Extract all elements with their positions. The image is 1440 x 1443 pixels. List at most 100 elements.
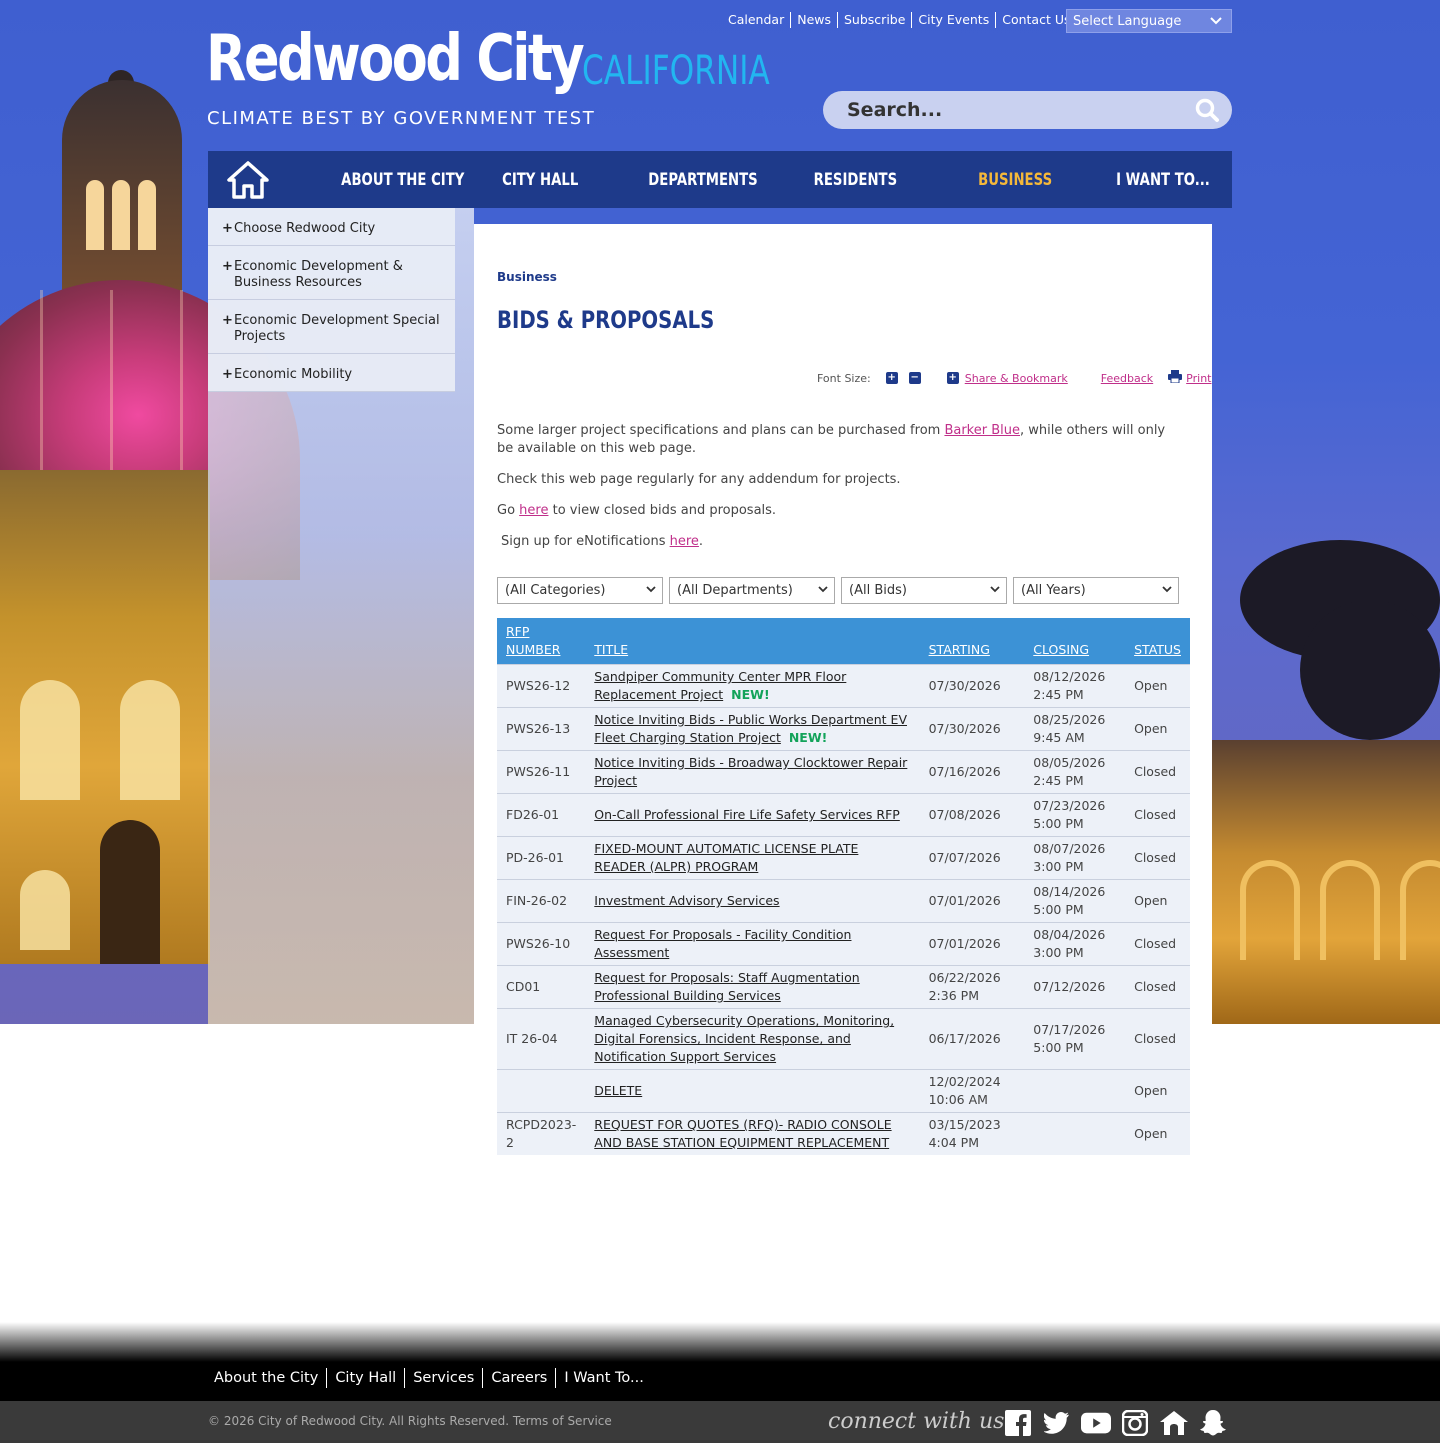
table-row: FD26-01 On-Call Professional Fire Life Sa… [497,793,1190,837]
years-select[interactable]: (All Years) [1013,577,1179,604]
bids-select[interactable]: (All Bids) [841,577,1007,604]
nextdoor-icon[interactable] [1159,1408,1189,1438]
table-row: PWS26-11 Notice Inviting Bids - Broadway … [497,750,1190,794]
title-cell: Notice Inviting Bids - Public Works Depa… [585,707,920,751]
footer-link-services[interactable]: Services [405,1368,484,1388]
closing-cell: 08/05/2026 2:45 PM [1024,750,1126,794]
footer-bottom: © 2026 City of Redwood City. All Rights … [0,1401,1440,1443]
chevron-down-icon [1162,582,1172,599]
share-bookmark-link[interactable]: Share & Bookmark [965,372,1068,385]
status-cell: Closed [1125,750,1190,794]
site-logo[interactable]: Redwood City [206,22,585,96]
rfp-number-cell: PD-26-01 [497,836,586,880]
utility-link-subscribe[interactable]: Subscribe [838,12,913,28]
font-increase-icon[interactable]: + [885,372,898,384]
bid-title-link[interactable]: FIXED-MOUNT AUTOMATIC LICENSE PLATE READ… [594,841,858,874]
column-header-rfp-number[interactable]: RFP NUMBER [497,618,586,665]
nav-item-i-want-to[interactable]: I WANT TO... [1116,170,1210,190]
rfp-number-cell: FIN-26-02 [497,879,586,923]
chevron-down-icon [818,582,828,599]
barker-blue-link[interactable]: Barker Blue [944,423,1020,438]
font-decrease-icon[interactable]: − [908,372,921,384]
starting-cell: 07/16/2026 [919,750,1025,794]
bid-title-link[interactable]: DELETE [594,1083,642,1098]
footer-link-city-hall[interactable]: City Hall [327,1368,406,1388]
column-header-status[interactable]: STATUS [1125,618,1190,665]
status-cell: Closed [1125,836,1190,880]
department-select[interactable]: (All Departments) [669,577,835,604]
utility-link-calendar[interactable]: Calendar [728,12,792,28]
table-row: PWS26-12 Sandpiper Community Center MPR F… [497,664,1190,708]
language-select[interactable]: Select Language [1066,9,1232,33]
font-size-label: Font Size: [817,371,871,385]
column-header-starting[interactable]: STARTING [919,618,1025,665]
snapchat-icon[interactable] [1198,1408,1228,1438]
bid-title-link[interactable]: Notice Inviting Bids - Broadway Clocktow… [594,755,907,788]
copyright: © 2026 City of Redwood City. All Rights … [208,1414,612,1428]
closed-bids-link[interactable]: here [519,503,548,518]
page-title: BIDS & PROPOSALS [497,306,715,334]
bid-title-link[interactable]: Sandpiper Community Center MPR Floor Rep… [594,669,846,702]
new-badge: NEW! [788,730,828,745]
rfp-number-cell: PWS26-11 [497,750,586,794]
twitter-icon[interactable] [1042,1408,1072,1438]
utility-link-city-events[interactable]: City Events [912,12,997,28]
chevron-down-icon [646,582,656,599]
feedback-link[interactable]: Feedback [1101,372,1153,385]
terms-of-service-link[interactable]: Terms of Service [513,1414,612,1428]
print-link[interactable]: Print [1186,372,1211,385]
bid-title-link[interactable]: Investment Advisory Services [594,893,779,908]
rfp-number-cell: PWS26-12 [497,664,586,708]
rfp-number-cell: PWS26-10 [497,922,586,966]
category-select[interactable]: (All Categories) [497,577,663,604]
search-icon[interactable] [1194,97,1220,123]
facebook-icon[interactable] [1003,1408,1033,1438]
enotify-link[interactable]: here [670,534,699,549]
sidebar-item-economic-mobility[interactable]: + Economic Mobility [208,354,455,392]
instagram-icon[interactable] [1120,1408,1150,1438]
footer-link-careers[interactable]: Careers [483,1368,557,1388]
bid-title-link[interactable]: Request For Proposals - Facility Conditi… [594,927,851,960]
notify-text-end: . [698,534,704,549]
column-header-title[interactable]: TITLE [585,618,920,665]
nav-item-residents[interactable]: RESIDENTS [814,170,911,190]
sidebar-item-economic-development[interactable]: + Economic Development & Business Resourc… [208,246,455,300]
starting-cell: 03/15/2023 4:04 PM [919,1112,1025,1155]
enotify-text: Sign up for eNotifications here. [501,533,1181,551]
utility-link-news[interactable]: News [791,12,838,28]
plus-icon: + [222,259,233,274]
footer-link-i-want-to[interactable]: I Want To... [556,1368,652,1388]
starting-cell: 07/01/2026 [919,922,1025,966]
column-header-closing[interactable]: CLOSING [1024,618,1126,665]
sidebar-item-label: Economic Development Special Projects [234,313,440,344]
copyright-text: © 2026 City of Redwood City. All Rights … [208,1414,510,1428]
nav-item-business[interactable]: BUSINESS [978,170,1064,190]
nav-item-departments[interactable]: DEPARTMENTS [648,170,757,190]
closed-text-start: Go [497,503,520,518]
breadcrumb[interactable]: Business [497,270,557,284]
title-cell: Sandpiper Community Center MPR Floor Rep… [585,664,920,708]
footer-link-about-the-city[interactable]: About the City [208,1368,328,1388]
bid-title-link[interactable]: REQUEST FOR QUOTES (RFQ)- RADIO CONSOLE … [594,1117,891,1150]
closing-cell: 07/23/2026 5:00 PM [1024,793,1126,837]
intro-text-start: Some larger project specifications and p… [497,423,945,438]
utility-nav: Calendar News Subscribe City Events Cont… [728,12,1077,28]
share-plus-icon: + [946,372,959,384]
search-input[interactable] [847,99,1177,121]
youtube-icon[interactable] [1081,1408,1111,1438]
years-select-value: (All Years) [1021,583,1086,598]
nav-item-city-hall[interactable]: CITY HALL [502,170,588,190]
printer-icon[interactable] [1168,370,1183,386]
bid-title-link[interactable]: Managed Cybersecurity Operations, Monito… [594,1013,894,1064]
nav-item-about-the-city[interactable]: ABOUT THE CITY [341,170,464,190]
bid-title-link[interactable]: On-Call Professional Fire Life Safety Se… [594,807,900,822]
bids-select-value: (All Bids) [849,583,907,598]
home-icon[interactable] [208,151,288,208]
sidebar-item-special-projects[interactable]: + Economic Development Special Projects [208,300,455,354]
utility-link-contact-us[interactable]: Contact Us [996,12,1076,28]
bid-title-link[interactable]: Request for Proposals: Staff Augmentatio… [594,970,859,1003]
starting-cell: 12/02/2024 10:06 AM [919,1069,1025,1113]
bid-title-link[interactable]: Notice Inviting Bids - Public Works Depa… [594,712,907,745]
sidebar-item-choose-redwood-city[interactable]: + Choose Redwood City [208,208,455,246]
notify-text-start: Sign up for eNotifications [501,534,670,549]
